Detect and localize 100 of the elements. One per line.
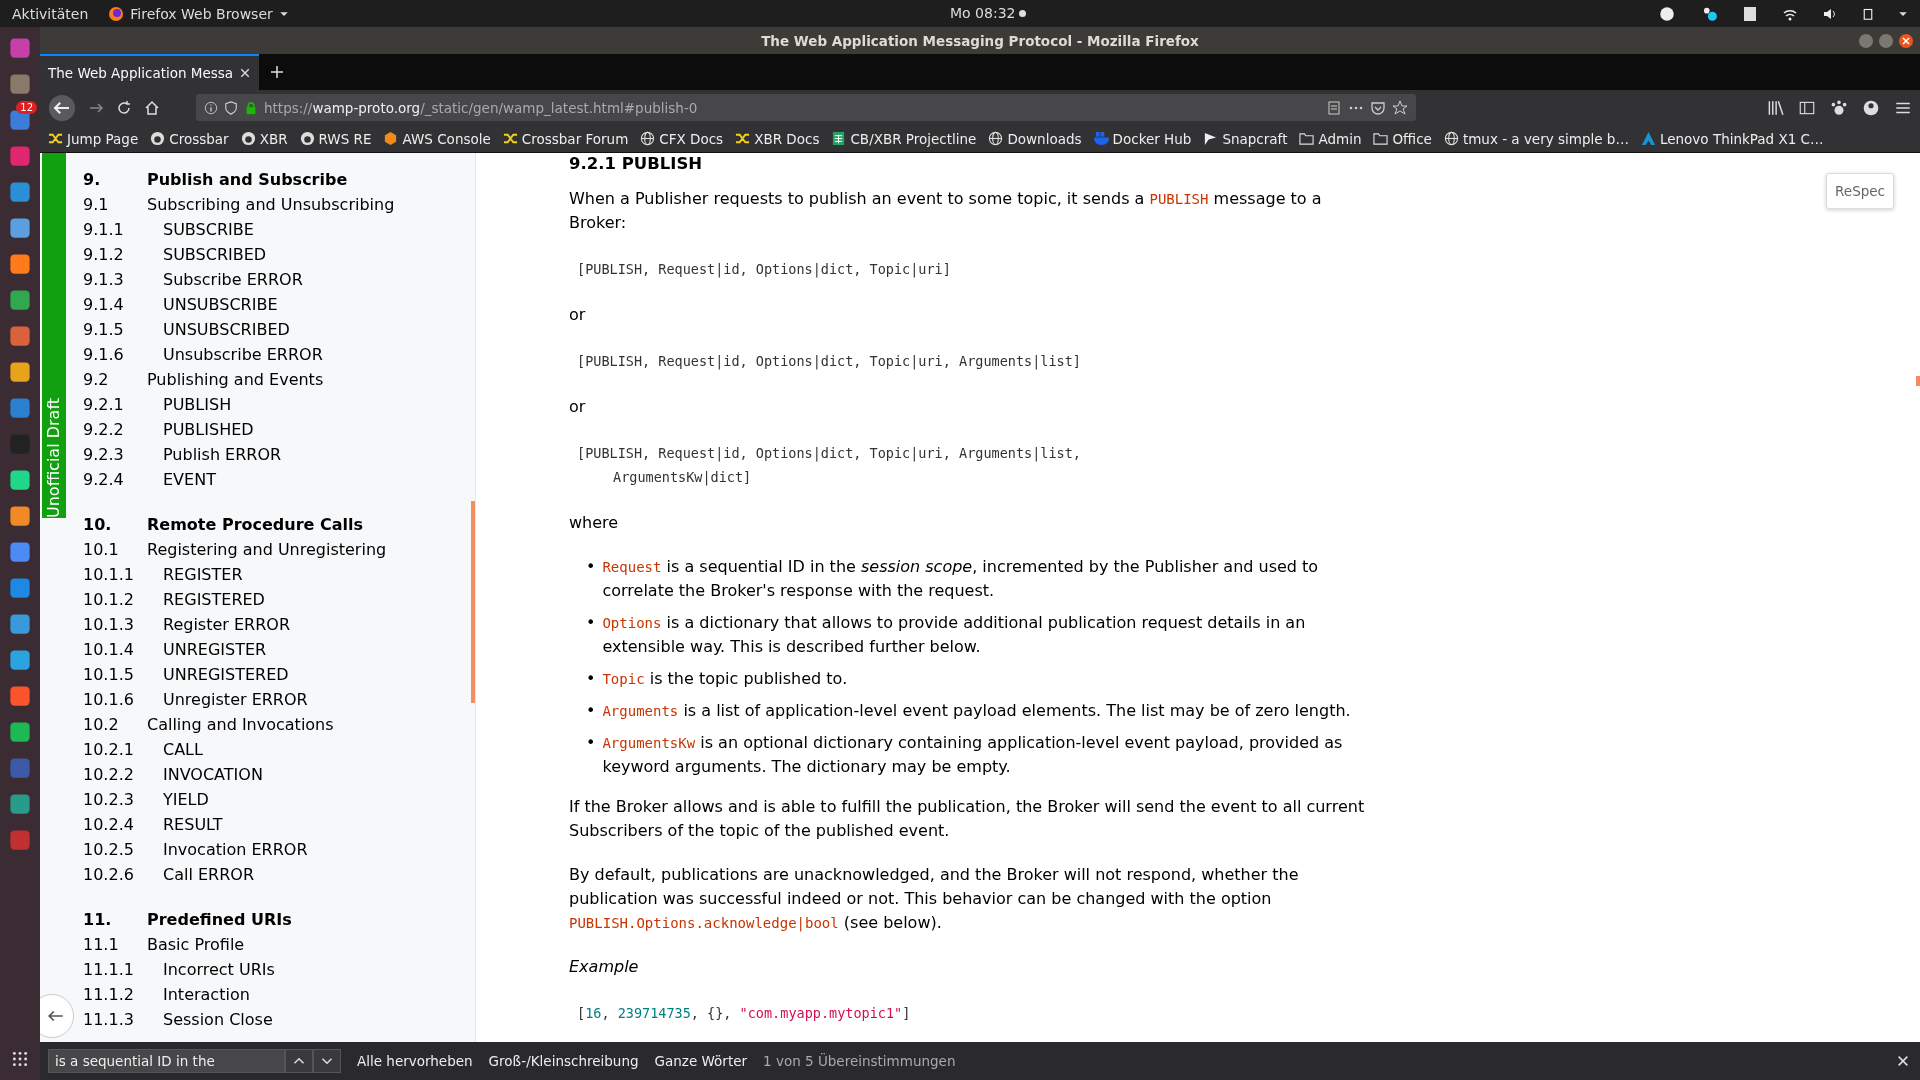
toc-link[interactable]: Incorrect URIs (163, 960, 275, 979)
toc-link[interactable]: REGISTER (163, 565, 243, 584)
toc-link[interactable]: Subscribing and Unsubscribing (147, 195, 395, 214)
back-icon[interactable] (48, 93, 76, 122)
app-icon[interactable] (9, 217, 31, 239)
toc-link[interactable]: Unsubscribe ERROR (163, 345, 323, 364)
bookmark[interactable]: XBR Docs (754, 130, 820, 147)
account-icon[interactable] (1862, 98, 1880, 117)
app-icon[interactable] (9, 145, 31, 167)
app-icon[interactable] (9, 541, 31, 563)
reload-icon[interactable] (116, 99, 132, 116)
find-option[interactable]: Groß-/Kleinschreibung (488, 1053, 639, 1069)
toc-link[interactable]: Session Close (163, 1010, 273, 1029)
app-icon[interactable] (9, 109, 31, 131)
plus-icon[interactable] (269, 64, 286, 80)
toc-link[interactable]: Publish ERROR (163, 445, 282, 464)
toc-link[interactable]: Unregister ERROR (163, 690, 308, 709)
toc-link[interactable]: Subscribe ERROR (163, 270, 303, 289)
toc-link[interactable]: Registering and Unregistering (147, 540, 387, 559)
find-field[interactable]: is a sequential ID in the (48, 1049, 285, 1073)
app-icon[interactable] (9, 649, 31, 671)
bookmark[interactable]: RWS RE (318, 130, 372, 147)
app-menu[interactable]: Firefox Web Browser (130, 5, 273, 22)
minimize-button[interactable] (1858, 33, 1874, 49)
bookmark[interactable]: Downloads (1007, 130, 1082, 147)
star-icon[interactable] (1392, 99, 1408, 116)
find-option[interactable]: Alle hervorheben (357, 1053, 473, 1069)
toc-link[interactable]: SUBSCRIBED (163, 245, 267, 264)
note-icon[interactable] (1742, 4, 1758, 23)
toc-link[interactable]: Interaction (163, 985, 250, 1004)
toc-link[interactable]: PUBLISHED (163, 420, 254, 439)
next-button[interactable] (313, 1049, 341, 1073)
app-icon[interactable] (9, 181, 31, 203)
app-icon[interactable] (9, 397, 31, 419)
toc-link[interactable]: Publish and Subscribe (147, 170, 348, 189)
section-number: 10.2.4 (83, 815, 135, 834)
respec-button[interactable]: ReSpec (1826, 173, 1894, 209)
app-icon[interactable] (9, 793, 31, 815)
bookmark[interactable]: tmux - a very simple b… (1462, 130, 1629, 147)
find-option[interactable]: Ganze Wörter (654, 1053, 748, 1069)
bookmark[interactable]: Crossbar (169, 130, 229, 147)
app-icon[interactable] (9, 505, 31, 527)
bookmark[interactable]: Lenovo ThinkPad X1 C… (1659, 130, 1824, 147)
previous-button[interactable] (285, 1049, 313, 1073)
app-icon[interactable] (9, 73, 31, 95)
toc-link[interactable]: Remote Procedure Calls (147, 515, 364, 534)
pocket-icon[interactable] (1370, 99, 1386, 116)
toc-link[interactable]: REGISTERED (163, 590, 265, 609)
toc-link[interactable]: SUBSCRIBE (163, 220, 254, 239)
activities-button[interactable]: Aktivitäten (12, 5, 89, 22)
app-icon[interactable] (9, 289, 31, 311)
close-icon[interactable] (1896, 1054, 1910, 1068)
bookmark[interactable]: AWS Console (402, 130, 491, 147)
library-icon[interactable] (1766, 98, 1784, 117)
browser-tab[interactable]: The Web Application Messa (40, 54, 260, 90)
toc-link[interactable]: Calling and Invocations (147, 715, 334, 734)
toc-link[interactable]: UNSUBSCRIBED (163, 320, 290, 339)
app-icon[interactable] (9, 613, 31, 635)
app-grid-icon[interactable] (11, 1050, 29, 1068)
toc-link[interactable]: Predefined URIs (147, 910, 292, 929)
toc-link[interactable]: Invocation ERROR (163, 840, 308, 859)
toc-link[interactable]: Publishing and Events (147, 370, 324, 389)
bookmark[interactable]: Snapcraft (1222, 130, 1288, 147)
toc-link[interactable]: Call ERROR (163, 865, 254, 884)
app-icon[interactable] (9, 577, 31, 599)
close-icon[interactable] (1898, 33, 1914, 49)
bookmark[interactable]: Office (1392, 130, 1432, 147)
toc-link[interactable]: UNREGISTERED (163, 665, 289, 684)
toc-link[interactable]: YIELD (163, 790, 209, 809)
bookmark[interactable]: Jump Page (67, 130, 139, 147)
app-icon[interactable] (9, 685, 31, 707)
section-number: 10.1 (83, 540, 120, 559)
toc-link[interactable]: EVENT (163, 470, 216, 489)
toc-link[interactable]: RESULT (163, 815, 223, 834)
app-icon[interactable] (9, 253, 31, 275)
toc-link[interactable]: UNREGISTER (163, 640, 267, 659)
app-icon[interactable] (9, 37, 31, 59)
address-bar[interactable]: https://wamp-proto.org/_static/gen/wamp_latest.html#publish-0 (196, 94, 1416, 121)
bookmark[interactable]: Crossbar Forum (521, 130, 629, 147)
bookmark[interactable]: Docker Hub (1112, 130, 1192, 147)
app-icon[interactable] (9, 721, 31, 743)
bookmark[interactable]: Admin (1318, 130, 1362, 147)
bookmark[interactable]: CB/XBR Projectline (850, 130, 977, 147)
toc-link[interactable]: Register ERROR (163, 615, 290, 634)
app-icon[interactable] (9, 325, 31, 347)
toc-link[interactable]: CALL (163, 740, 203, 759)
toc-link[interactable]: UNSUBSCRIBE (163, 295, 278, 314)
close-icon[interactable] (239, 67, 252, 79)
bookmark[interactable]: XBR (259, 130, 288, 147)
section-number: 9.2.2 (83, 420, 125, 439)
toc-link[interactable]: PUBLISH (163, 395, 232, 414)
clock[interactable]: Mo 08:32 (950, 5, 1016, 21)
app-icon[interactable] (9, 469, 31, 491)
bookmark[interactable]: CFX Docs (659, 130, 724, 147)
toc-link[interactable]: Basic Profile (147, 935, 245, 954)
toc-toggle-button[interactable] (40, 994, 74, 1038)
app-icon[interactable] (9, 361, 31, 383)
reader-view-icon[interactable] (1326, 99, 1342, 116)
home-icon[interactable] (144, 99, 160, 116)
toc-link[interactable]: INVOCATION (163, 765, 263, 784)
